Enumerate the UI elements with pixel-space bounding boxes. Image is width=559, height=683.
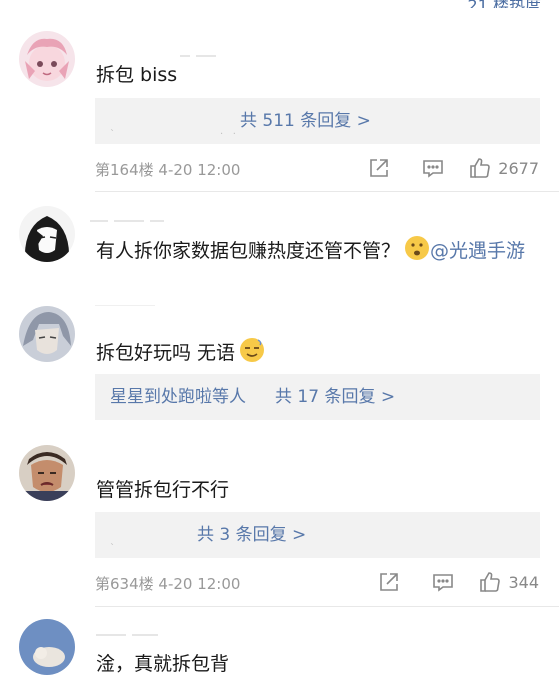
share-icon[interactable] xyxy=(378,571,400,593)
username-redacted[interactable] xyxy=(180,45,300,57)
comment-icon[interactable] xyxy=(422,157,444,179)
thinking-emoji-icon xyxy=(405,236,430,260)
action-bar: 344 xyxy=(378,570,539,594)
action-bar: 2677 xyxy=(368,156,539,180)
comment-text: 淦，真就拆包背 xyxy=(96,653,230,675)
reply-summary[interactable]: ` · · 共 511 条回复 > xyxy=(95,98,540,144)
comment-text: 拆包 biss xyxy=(96,64,178,86)
reply-summary[interactable]: ` 共 3 条回复 > xyxy=(95,512,540,558)
like-button[interactable]: 344 xyxy=(478,570,539,594)
reply-count-link[interactable]: 共 3 条回复 > xyxy=(197,512,306,558)
reply-count-link[interactable]: 共 17 条回复 > xyxy=(275,374,395,420)
avatar[interactable] xyxy=(19,31,75,87)
share-icon[interactable] xyxy=(368,157,390,179)
mention-link[interactable]: @光遇手游 xyxy=(430,240,525,262)
reply-users-link[interactable]: 星星到处跑啦等人 xyxy=(110,374,246,420)
redacted-marks: ` xyxy=(110,543,115,554)
reply-summary[interactable]: 星星到处跑啦等人 共 17 条回复 > xyxy=(95,374,540,420)
comment-text: 拆包好玩吗 无语 xyxy=(96,337,539,367)
redacted-marks: · · xyxy=(220,129,236,140)
like-count: 2677 xyxy=(498,158,539,178)
divider xyxy=(95,191,559,192)
like-count: 344 xyxy=(508,572,539,592)
avatar[interactable] xyxy=(19,206,75,262)
avatar[interactable] xyxy=(19,619,75,675)
reply-count-link[interactable]: 共 511 条回复 > xyxy=(240,98,371,144)
speechless-emoji-icon xyxy=(240,338,265,362)
divider xyxy=(95,606,559,607)
like-button[interactable]: 2677 xyxy=(468,156,539,180)
top-hot-link[interactable]: 21 楼热度 xyxy=(468,0,541,8)
floor-time: 第634楼 4-20 12:00 xyxy=(95,575,241,593)
redacted-marks: ` xyxy=(110,129,115,140)
comment-body: 有人拆你家数据包赚热度还管不管？ xyxy=(96,240,401,262)
comment-text: 管管拆包行不行 xyxy=(96,479,230,501)
thumbs-up-icon xyxy=(470,158,491,178)
avatar[interactable] xyxy=(19,306,75,362)
floor-time: 第164楼 4-20 12:00 xyxy=(95,161,241,179)
comment-text: 有人拆你家数据包赚热度还管不管？ @光遇手游 xyxy=(96,235,539,265)
thumbs-up-icon xyxy=(480,572,501,592)
divider xyxy=(95,305,155,306)
comment-body: 拆包好玩吗 无语 xyxy=(96,342,236,364)
avatar[interactable] xyxy=(19,445,75,501)
username-redacted[interactable] xyxy=(96,624,216,636)
comment-icon[interactable] xyxy=(432,571,454,593)
username-redacted[interactable] xyxy=(90,210,210,222)
